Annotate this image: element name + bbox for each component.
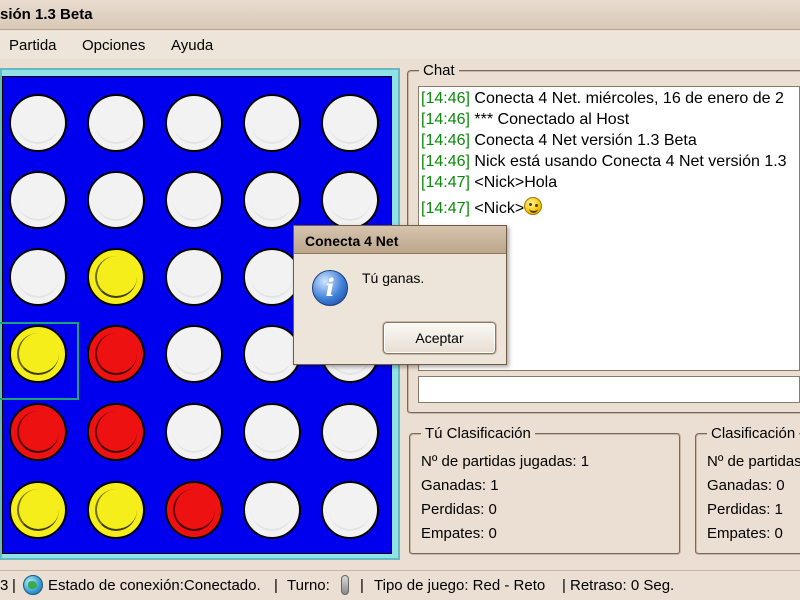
empty-cell[interactable] xyxy=(165,403,223,461)
empty-cell[interactable] xyxy=(87,94,145,152)
yellow-piece[interactable] xyxy=(87,248,145,306)
empty-cell[interactable] xyxy=(243,481,301,539)
yellow-piece[interactable] xyxy=(87,481,145,539)
status-bar: 3 | Estado de conexión:Conectado. | Turn… xyxy=(0,570,800,600)
delay-status: Retraso: 0 Seg. xyxy=(570,577,675,594)
red-piece[interactable] xyxy=(87,325,145,383)
empty-cell[interactable] xyxy=(321,171,379,229)
opponent-stats-group: Clasificación Nº de partidas Ganadas: 0 … xyxy=(695,425,800,555)
chat-line: [14:46] *** Conectado al Host xyxy=(421,111,630,128)
status-separator: | xyxy=(360,577,364,594)
empty-cell[interactable] xyxy=(165,325,223,383)
empty-cell[interactable] xyxy=(243,94,301,152)
dialog-message: Tú ganas. xyxy=(362,270,425,286)
my-stats-label: Tú Clasificación xyxy=(421,425,535,442)
chat-line: [14:46] Conecta 4 Net. miércoles, 16 de … xyxy=(421,90,784,107)
empty-cell[interactable] xyxy=(9,171,67,229)
chat-input[interactable] xyxy=(418,376,800,403)
empty-cell[interactable] xyxy=(321,481,379,539)
my-played: Nº de partidas jugadas: 1 xyxy=(421,453,590,470)
empty-cell[interactable] xyxy=(165,171,223,229)
info-icon: i xyxy=(312,270,348,306)
turn-label: Turno: xyxy=(287,577,330,594)
my-lost: Perdidas: 0 xyxy=(421,501,497,518)
opp-won: Ganadas: 0 xyxy=(707,477,785,494)
opp-lost: Perdidas: 1 xyxy=(707,501,783,518)
chat-line: [14:46] Conecta 4 Net versión 1.3 Beta xyxy=(421,132,697,149)
red-piece[interactable] xyxy=(87,403,145,461)
my-draws: Empates: 0 xyxy=(421,525,497,542)
empty-cell[interactable] xyxy=(165,94,223,152)
empty-cell[interactable] xyxy=(9,94,67,152)
accept-button[interactable]: Aceptar xyxy=(383,322,496,354)
turn-indicator-icon xyxy=(341,575,349,595)
chat-line: [14:47] <Nick>Hola xyxy=(421,174,558,191)
window-title: sión 1.3 Beta xyxy=(0,6,93,23)
status-separator: | xyxy=(274,577,278,594)
status-separator: | xyxy=(562,577,566,594)
empty-cell[interactable] xyxy=(165,248,223,306)
globe-icon xyxy=(23,575,43,595)
menu-ayuda[interactable]: Ayuda xyxy=(171,37,213,54)
empty-cell[interactable] xyxy=(243,403,301,461)
empty-cell[interactable] xyxy=(321,403,379,461)
menu-bar: Partida Opciones Ayuda xyxy=(0,31,800,59)
opponent-stats-label: Clasificación xyxy=(707,425,800,442)
yellow-piece[interactable] xyxy=(9,481,67,539)
yellow-piece[interactable] xyxy=(9,325,67,383)
chat-label: Chat xyxy=(419,62,459,79)
dialog-title: Conecta 4 Net xyxy=(294,226,506,254)
opp-draws: Empates: 0 xyxy=(707,525,783,542)
menu-partida[interactable]: Partida xyxy=(9,37,57,54)
title-bar: sión 1.3 Beta xyxy=(0,0,800,30)
chat-line: [14:46] Nick está usando Conecta 4 Net v… xyxy=(421,153,787,170)
empty-cell[interactable] xyxy=(9,248,67,306)
status-separator: | xyxy=(12,577,16,594)
status-fragment: 3 xyxy=(0,577,9,594)
red-piece[interactable] xyxy=(165,481,223,539)
empty-cell[interactable] xyxy=(321,94,379,152)
empty-cell[interactable] xyxy=(87,171,145,229)
message-dialog: Conecta 4 Net i Tú ganas. Aceptar xyxy=(293,225,507,365)
my-stats-group: Tú Clasificación Nº de partidas jugadas:… xyxy=(409,425,681,555)
connection-status: Estado de conexión:Conectado. xyxy=(48,577,261,594)
opp-played: Nº de partidas xyxy=(707,453,800,470)
menu-opciones[interactable]: Opciones xyxy=(82,37,145,54)
red-piece[interactable] xyxy=(9,403,67,461)
chat-line: [14:47] <Nick> xyxy=(421,197,543,218)
my-won: Ganadas: 1 xyxy=(421,477,499,494)
game-type: Tipo de juego: Red - Reto xyxy=(374,577,546,594)
empty-cell[interactable] xyxy=(243,171,301,229)
wink-smiley-icon xyxy=(524,197,543,215)
